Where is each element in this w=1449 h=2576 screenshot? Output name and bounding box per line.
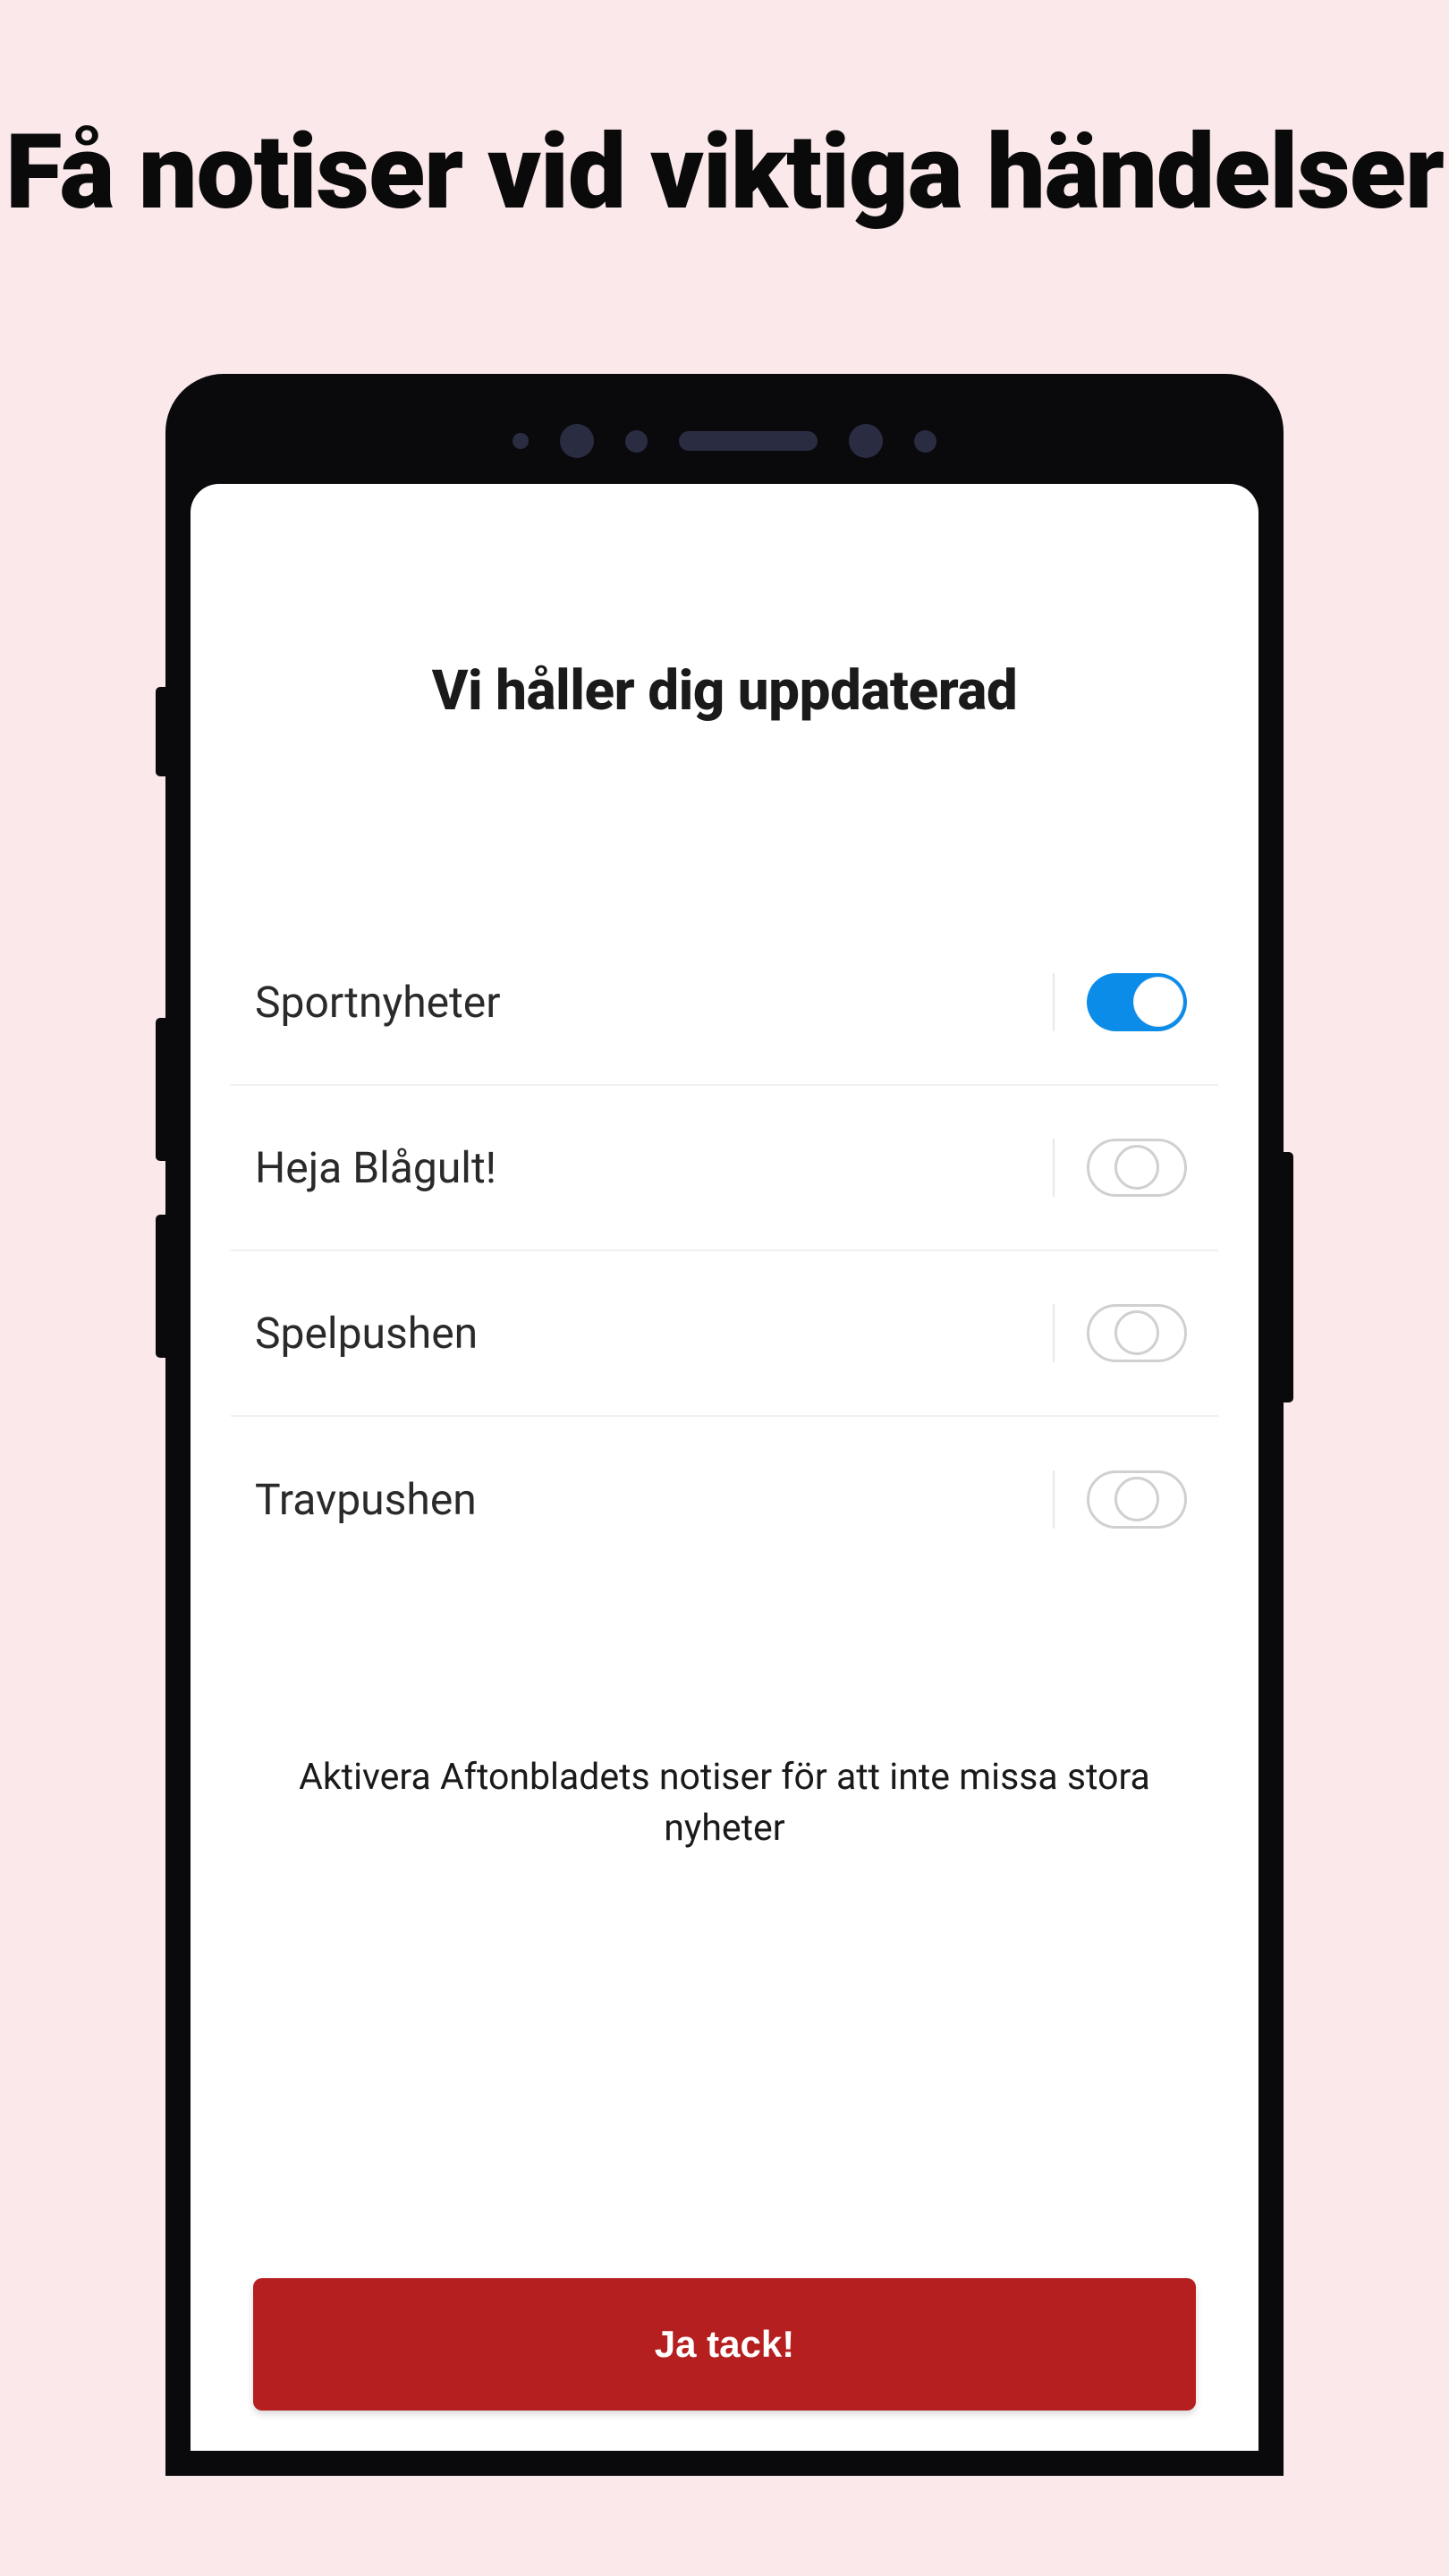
toggle-wrapper — [1053, 1304, 1187, 1362]
phone-side-buttons-left — [156, 1018, 165, 1411]
setting-label: Heja Blågult! — [255, 1142, 496, 1193]
toggle-divider — [1053, 1470, 1055, 1529]
phone-frame: Vi håller dig uppdaterad Sportnyheter He… — [165, 374, 1284, 2476]
toggle-sportnyheter[interactable] — [1087, 973, 1187, 1031]
toggle-travpushen[interactable] — [1087, 1470, 1187, 1529]
toggle-spelpushen[interactable] — [1087, 1304, 1187, 1362]
screen-title: Vi håller dig uppdaterad — [231, 484, 1218, 724]
setting-label: Spelpushen — [255, 1308, 478, 1359]
promo-heading: Få notiser vid viktiga händelser — [0, 0, 1449, 231]
phone-mockup-wrapper: Vi håller dig uppdaterad Sportnyheter He… — [0, 374, 1449, 2476]
setting-row-sportnyheter: Sportnyheter — [231, 920, 1218, 1086]
setting-row-heja-blagult: Heja Blågult! — [231, 1086, 1218, 1251]
notification-settings-list: Sportnyheter Heja Blågult! — [231, 920, 1218, 1582]
toggle-divider — [1053, 1304, 1055, 1362]
toggle-wrapper — [1053, 973, 1187, 1031]
phone-side-buttons-right — [1284, 1152, 1293, 1402]
confirm-button[interactable]: Ja tack! — [253, 2278, 1196, 2411]
description-text: Aktivera Aftonbladets notiser för att in… — [231, 1752, 1218, 1855]
setting-row-travpushen: Travpushen — [231, 1417, 1218, 1582]
phone-top-sensors — [191, 399, 1258, 484]
toggle-wrapper — [1053, 1470, 1187, 1529]
setting-label: Sportnyheter — [255, 977, 501, 1028]
toggle-wrapper — [1053, 1139, 1187, 1197]
toggle-heja-blagult[interactable] — [1087, 1139, 1187, 1197]
phone-screen: Vi håller dig uppdaterad Sportnyheter He… — [191, 484, 1258, 2451]
setting-label: Travpushen — [255, 1474, 477, 1525]
setting-row-spelpushen: Spelpushen — [231, 1251, 1218, 1417]
toggle-divider — [1053, 973, 1055, 1031]
toggle-divider — [1053, 1139, 1055, 1197]
